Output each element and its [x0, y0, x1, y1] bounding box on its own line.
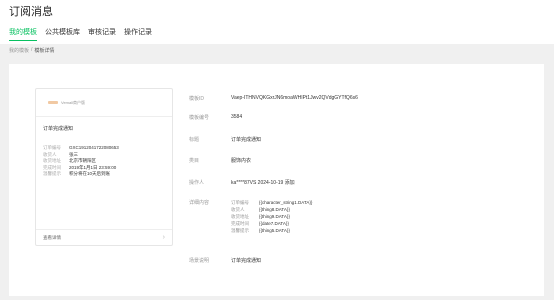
content-line: 完成时间 {{date7.DATA}}	[231, 220, 312, 227]
content-line: 订单编号 {{character_string1.DATA}}	[231, 199, 312, 206]
content-placeholder: {{date7.DATA}}	[259, 221, 289, 226]
tab-operation-records[interactable]: 操作记录	[124, 27, 152, 41]
content-line: 收货地址 {{thing9.DATA}}	[231, 213, 312, 220]
operator-row: 操作人 ka****87VS 2024-10-19 添加	[189, 179, 295, 186]
category-value: 服饰内衣	[231, 158, 252, 164]
title-value: 订单完成通知	[231, 137, 262, 143]
content-placeholder: {{thing5.DATA}}	[259, 228, 290, 233]
breadcrumb-current: 模板详情	[34, 48, 55, 54]
operator-label: 操作人	[189, 180, 205, 186]
content-placeholder: {{thing8.DATA}}	[259, 207, 290, 212]
title-row: 标题 订单完成通知	[189, 136, 261, 143]
template-no-row: 模板编号 3584	[189, 114, 242, 121]
account-name: Vemall商户版	[61, 99, 86, 105]
template-id-row: 模板ID Vaep-ITHNVQKGxrJN6moaWHIPt1Jwv2QVdg…	[189, 95, 358, 102]
view-details-label: 查看详情	[43, 234, 61, 240]
content-line: 收货人 {{thing8.DATA}}	[231, 206, 312, 213]
card-title: 订单完成通知	[43, 126, 74, 132]
content-placeholder: {{character_string1.DATA}}	[259, 200, 313, 205]
operator-value: ka****87VS 2024-10-19 添加	[231, 180, 295, 186]
message-preview-card: Vemall商户版 订单完成通知 订单编号 GXC191204172208065…	[35, 88, 173, 246]
content-placeholder: {{thing9.DATA}}	[259, 214, 290, 219]
card-fields: 订单编号 GXC1912041722080653 收货人 张三 收货地址 北京市…	[43, 145, 169, 178]
template-no-label: 模板编号	[189, 115, 210, 121]
card-field-row: 温馨提示 积分将在10天后到账	[43, 171, 169, 178]
tab-my-templates[interactable]: 我的模板	[9, 27, 37, 41]
scene-row: 场景说明 订单完成通知	[189, 257, 261, 264]
content-row: 详细内容 订单编号 {{character_string1.DATA}} 收货人…	[189, 199, 312, 234]
breadcrumb: 我的模板 / 模板详情	[9, 47, 54, 54]
content-key: 完成时间	[231, 221, 249, 226]
page-title: 订阅消息	[9, 6, 53, 18]
card-field-value: 积分将在10天后到账	[69, 171, 111, 176]
content-key: 收货地址	[231, 214, 249, 219]
scene-value: 订单完成通知	[231, 258, 262, 264]
content-list: 订单编号 {{character_string1.DATA}} 收货人 {{th…	[231, 199, 312, 234]
brand-logo-icon	[48, 101, 58, 104]
content-key: 温馨提示	[231, 228, 249, 233]
chevron-right-icon: ›	[162, 234, 165, 241]
card-field-label: 温馨提示	[43, 171, 61, 176]
tab-public-library[interactable]: 公共模板库	[45, 27, 80, 41]
card-header: Vemall商户版	[36, 89, 172, 117]
content-key: 订单编号	[231, 200, 249, 205]
detail-panel: Vemall商户版 订单完成通知 订单编号 GXC191204172208065…	[9, 64, 544, 296]
scene-label: 场景说明	[189, 258, 210, 264]
content-label: 详细内容	[189, 200, 210, 206]
title-label: 标题	[189, 137, 200, 143]
breadcrumb-parent-link[interactable]: 我的模板	[9, 47, 29, 54]
content-line: 温馨提示 {{thing5.DATA}}	[231, 227, 312, 234]
tab-review-records[interactable]: 审核记录	[88, 27, 116, 41]
template-id-label: 模板ID	[189, 96, 205, 102]
category-label: 类目	[189, 158, 200, 164]
page-header: 订阅消息 我的模板 公共模板库 审核记录 操作记录	[0, 0, 554, 44]
breadcrumb-separator: /	[31, 47, 33, 53]
tab-bar: 我的模板 公共模板库 审核记录 操作记录	[9, 27, 160, 41]
view-details-link[interactable]: 查看详情 ›	[36, 229, 172, 245]
category-row: 类目 服饰内衣	[189, 157, 251, 164]
template-id-value: Vaep-ITHNVQKGxrJN6moaWHIPt1Jwv2QVdgGYTfQ…	[231, 95, 358, 101]
template-no-value: 3584	[231, 114, 243, 120]
content-key: 收货人	[231, 207, 245, 212]
